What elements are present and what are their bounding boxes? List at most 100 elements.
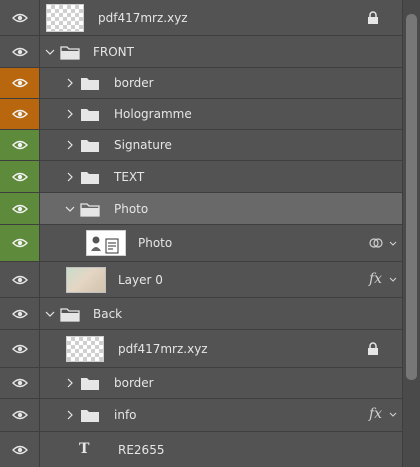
group-collapse-toggle[interactable]: [45, 309, 55, 319]
chevron-down-icon: [45, 311, 55, 317]
visibility-toggle[interactable]: [0, 130, 40, 160]
folder-icon: [81, 140, 99, 152]
eye-icon: [11, 140, 28, 150]
layer-row[interactable]: Photo: [0, 225, 402, 262]
folder-icon: [60, 308, 80, 322]
layer-row[interactable]: T RE2655: [0, 432, 402, 467]
layer-name[interactable]: border: [114, 76, 154, 90]
eye-icon: [11, 309, 28, 318]
layer-row[interactable]: Back: [0, 298, 402, 330]
fx-icon[interactable]: fx: [369, 406, 382, 422]
layer-name[interactable]: FRONT: [93, 45, 134, 59]
eye-icon: [11, 344, 28, 353]
layer-name[interactable]: Back: [93, 307, 122, 321]
group-collapse-toggle[interactable]: [45, 47, 55, 57]
lock-icon[interactable]: [367, 11, 379, 25]
chevron-down-icon[interactable]: [389, 411, 397, 419]
layers-panel: pdf417mrz.xyz FRONT border Hologramme Si…: [0, 0, 402, 467]
layer-name[interactable]: border: [114, 376, 154, 390]
layer-row[interactable]: pdf417mrz.xyz: [0, 0, 402, 36]
layer-name[interactable]: TEXT: [114, 170, 144, 184]
group-expand-toggle[interactable]: [65, 78, 75, 88]
visibility-toggle[interactable]: [0, 262, 40, 297]
chevron-right-icon: [67, 78, 73, 88]
eye-icon: [11, 378, 28, 388]
layer-row[interactable]: pdf417mrz.xyz: [0, 330, 402, 368]
visibility-toggle[interactable]: [0, 0, 40, 35]
chevron-right-icon: [67, 378, 73, 388]
eye-icon: [11, 47, 28, 56]
layer-name[interactable]: RE2655: [118, 443, 164, 457]
visibility-toggle[interactable]: [0, 36, 40, 67]
group-expand-toggle[interactable]: [65, 109, 75, 119]
layer-thumbnail[interactable]: [66, 336, 104, 362]
visibility-toggle[interactable]: [0, 330, 40, 367]
folder-icon: [80, 203, 100, 217]
scrollbar-thumb[interactable]: [406, 14, 417, 380]
visibility-toggle[interactable]: [0, 193, 40, 224]
portrait-icon: [91, 236, 119, 254]
chevron-down-icon[interactable]: [389, 276, 397, 284]
visibility-toggle[interactable]: [0, 399, 40, 431]
eye-icon: [11, 204, 28, 213]
visibility-toggle[interactable]: [0, 161, 40, 192]
chevron-down-icon: [45, 49, 55, 55]
eye-icon: [11, 238, 28, 248]
eye-icon: [11, 410, 28, 420]
visibility-toggle[interactable]: [0, 432, 40, 467]
chevron-right-icon: [67, 172, 73, 182]
chevron-down-icon[interactable]: [389, 240, 397, 248]
folder-icon: [60, 46, 80, 60]
folder-icon: [81, 78, 99, 90]
visibility-toggle[interactable]: [0, 368, 40, 398]
layer-thumbnail[interactable]: [46, 4, 84, 32]
eye-icon: [11, 275, 28, 284]
layer-thumbnail[interactable]: [66, 267, 106, 293]
group-expand-toggle[interactable]: [65, 172, 75, 182]
layer-row[interactable]: border: [0, 68, 402, 99]
layer-name[interactable]: info: [114, 408, 137, 422]
visibility-toggle[interactable]: [0, 225, 40, 261]
layer-name[interactable]: Hologramme: [114, 107, 192, 121]
layer-name[interactable]: pdf417mrz.xyz: [98, 11, 188, 25]
folder-icon: [81, 378, 99, 390]
layer-name[interactable]: Photo: [138, 236, 172, 250]
visibility-toggle[interactable]: [0, 99, 40, 129]
visibility-toggle[interactable]: [0, 298, 40, 329]
eye-icon: [11, 109, 28, 119]
layer-name[interactable]: pdf417mrz.xyz: [118, 342, 208, 356]
eye-icon: [11, 78, 28, 88]
group-expand-toggle[interactable]: [65, 140, 75, 150]
layer-name[interactable]: Signature: [114, 138, 172, 152]
layer-row[interactable]: border: [0, 368, 402, 399]
chevron-right-icon: [67, 410, 73, 420]
group-expand-toggle[interactable]: [65, 410, 75, 420]
layer-name[interactable]: Layer 0: [118, 273, 163, 287]
layer-row[interactable]: TEXT: [0, 161, 402, 193]
layer-name[interactable]: Photo: [114, 202, 148, 216]
lock-icon[interactable]: [367, 342, 379, 356]
chevron-down-icon: [65, 206, 75, 212]
layer-row[interactable]: info fx: [0, 399, 402, 432]
fx-icon[interactable]: fx: [369, 271, 382, 287]
eye-icon: [11, 172, 28, 181]
layer-row[interactable]: Layer 0 fx: [0, 262, 402, 298]
eye-icon: [11, 13, 28, 22]
layer-row[interactable]: Signature: [0, 130, 402, 161]
folder-icon: [81, 410, 99, 422]
chevron-right-icon: [67, 109, 73, 119]
folder-icon: [81, 109, 99, 121]
group-collapse-toggle[interactable]: [65, 204, 75, 214]
visibility-toggle[interactable]: [0, 68, 40, 98]
group-expand-toggle[interactable]: [65, 378, 75, 388]
chevron-right-icon: [67, 140, 73, 150]
layer-thumbnail[interactable]: [86, 230, 126, 256]
type-t-icon: T: [79, 441, 90, 457]
folder-icon: [81, 172, 99, 184]
scrollbar[interactable]: [402, 0, 420, 467]
smart-object-link-icon[interactable]: [369, 236, 383, 250]
eye-icon: [11, 445, 28, 454]
layer-row[interactable]: Photo: [0, 193, 402, 225]
layer-row[interactable]: FRONT: [0, 36, 402, 68]
layer-row[interactable]: Hologramme: [0, 99, 402, 130]
